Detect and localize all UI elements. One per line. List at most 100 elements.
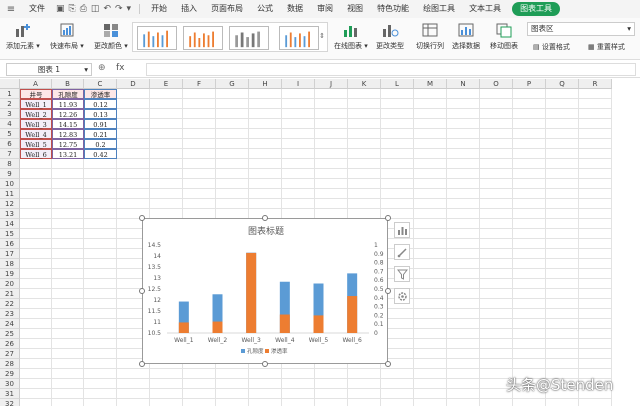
row-header-27[interactable]: 27	[0, 349, 20, 359]
row-header-25[interactable]: 25	[0, 329, 20, 339]
row-header-5[interactable]: 5	[0, 129, 20, 139]
formula-input[interactable]	[146, 63, 636, 76]
hamburger-icon[interactable]: ≡	[0, 4, 22, 15]
table-header-cell[interactable]: 孔隙度	[52, 89, 84, 99]
resize-handle-s[interactable]	[262, 361, 268, 367]
table-header-cell[interactable]: 渗透率	[84, 89, 117, 99]
switch-row-col-button[interactable]: 切换行列	[416, 22, 444, 51]
chart-style-2[interactable]	[183, 26, 223, 50]
move-chart-button[interactable]: 移动图表	[490, 22, 518, 51]
column-header-p[interactable]: P	[513, 79, 546, 89]
column-header-b[interactable]: B	[52, 79, 84, 89]
menu-review[interactable]: 审阅	[310, 0, 340, 18]
chart-filter-button[interactable]	[394, 266, 410, 282]
chart-object[interactable]: 图表标题 14.5 14 13.5 13 12.5 12 11.5 11 10.5 1 0.9 0.8 0…	[142, 218, 388, 364]
menu-data[interactable]: 数据	[280, 0, 310, 18]
table-cell[interactable]: 0.12	[84, 99, 117, 109]
column-header-g[interactable]: G	[216, 79, 249, 89]
menu-text-tools[interactable]: 文本工具	[462, 0, 508, 18]
column-header-r[interactable]: R	[579, 79, 612, 89]
row-header-30[interactable]: 30	[0, 379, 20, 389]
resize-handle-e[interactable]	[385, 288, 391, 294]
column-header-k[interactable]: K	[348, 79, 381, 89]
row-header-31[interactable]: 31	[0, 389, 20, 399]
row-header-29[interactable]: 29	[0, 369, 20, 379]
table-cell[interactable]: Well_4	[20, 129, 52, 139]
table-cell[interactable]: 0.21	[84, 129, 117, 139]
column-header-j[interactable]: J	[315, 79, 348, 89]
table-cell[interactable]: 12.83	[52, 129, 84, 139]
row-header-9[interactable]: 9	[0, 169, 20, 179]
row-header-18[interactable]: 18	[0, 259, 20, 269]
add-element-button[interactable]: 添加元素 ▾	[6, 22, 40, 51]
row-header-4[interactable]: 4	[0, 119, 20, 129]
chart-styles-button[interactable]	[394, 244, 410, 260]
export-icon[interactable]: ⎘	[69, 4, 76, 14]
column-header-l[interactable]: L	[381, 79, 414, 89]
select-data-button[interactable]: 选择数据	[452, 22, 480, 51]
column-header-a[interactable]: A	[20, 79, 52, 89]
row-header-20[interactable]: 20	[0, 279, 20, 289]
row-header-26[interactable]: 26	[0, 339, 20, 349]
resize-handle-se[interactable]	[385, 361, 391, 367]
menu-file[interactable]: 文件	[22, 0, 52, 18]
row-header-16[interactable]: 16	[0, 239, 20, 249]
table-cell[interactable]: 12.75	[52, 139, 84, 149]
menu-drawing-tools[interactable]: 绘图工具	[416, 0, 462, 18]
row-header-23[interactable]: 23	[0, 309, 20, 319]
table-cell[interactable]: 0.91	[84, 119, 117, 129]
name-box[interactable]: 图表 1 ▾	[6, 63, 92, 76]
row-header-24[interactable]: 24	[0, 319, 20, 329]
chart-settings-button[interactable]	[394, 288, 410, 304]
table-cell[interactable]: Well_5	[20, 139, 52, 149]
row-header-19[interactable]: 19	[0, 269, 20, 279]
resize-handle-w[interactable]	[139, 288, 145, 294]
change-type-button[interactable]: 更改类型	[376, 22, 404, 51]
table-cell[interactable]: Well_6	[20, 149, 52, 159]
column-header-f[interactable]: F	[183, 79, 216, 89]
row-header-13[interactable]: 13	[0, 209, 20, 219]
fx-label[interactable]: fx	[116, 63, 125, 73]
row-header-21[interactable]: 21	[0, 289, 20, 299]
table-cell[interactable]: 12.26	[52, 109, 84, 119]
row-header-28[interactable]: 28	[0, 359, 20, 369]
column-header-q[interactable]: Q	[546, 79, 579, 89]
save-icon[interactable]: ▣	[56, 4, 65, 14]
column-header-i[interactable]: I	[282, 79, 315, 89]
row-header-15[interactable]: 15	[0, 229, 20, 239]
row-header-17[interactable]: 17	[0, 249, 20, 259]
column-header-d[interactable]: D	[117, 79, 150, 89]
resize-handle-nw[interactable]	[139, 215, 145, 221]
column-header-c[interactable]: C	[84, 79, 117, 89]
set-format-button[interactable]: ▤ 设置格式	[533, 42, 570, 52]
resize-handle-ne[interactable]	[385, 215, 391, 221]
change-color-button[interactable]: 更改颜色 ▾	[94, 22, 128, 51]
row-header-22[interactable]: 22	[0, 299, 20, 309]
select-all-corner[interactable]	[0, 79, 20, 89]
zoom-icon[interactable]: ⊕	[98, 63, 106, 73]
row-header-32[interactable]: 32	[0, 399, 20, 406]
chart-style-1[interactable]	[137, 26, 177, 50]
menu-insert[interactable]: 插入	[174, 0, 204, 18]
table-cell[interactable]: 0.13	[84, 109, 117, 119]
table-cell[interactable]: 13.21	[52, 149, 84, 159]
menu-formula[interactable]: 公式	[250, 0, 280, 18]
chart-style-4[interactable]	[279, 26, 319, 50]
preview-icon[interactable]: ◫	[91, 4, 100, 14]
column-header-m[interactable]: M	[414, 79, 447, 89]
column-header-e[interactable]: E	[150, 79, 183, 89]
menu-page-layout[interactable]: 页面布局	[204, 0, 250, 18]
row-header-10[interactable]: 10	[0, 179, 20, 189]
menu-chart-tools[interactable]: 图表工具	[512, 2, 561, 16]
chart-elements-button[interactable]	[394, 222, 410, 238]
table-cell[interactable]: Well_1	[20, 99, 52, 109]
print-icon[interactable]: ⎙	[80, 4, 87, 14]
resize-handle-n[interactable]	[262, 215, 268, 221]
online-chart-button[interactable]: 在线图表 ▾	[334, 22, 368, 51]
chart-style-3[interactable]	[229, 26, 269, 50]
table-cell[interactable]: Well_3	[20, 119, 52, 129]
row-header-14[interactable]: 14	[0, 219, 20, 229]
reset-style-button[interactable]: ▦ 重置样式	[588, 42, 625, 52]
row-header-2[interactable]: 2	[0, 99, 20, 109]
menu-view[interactable]: 视图	[340, 0, 370, 18]
